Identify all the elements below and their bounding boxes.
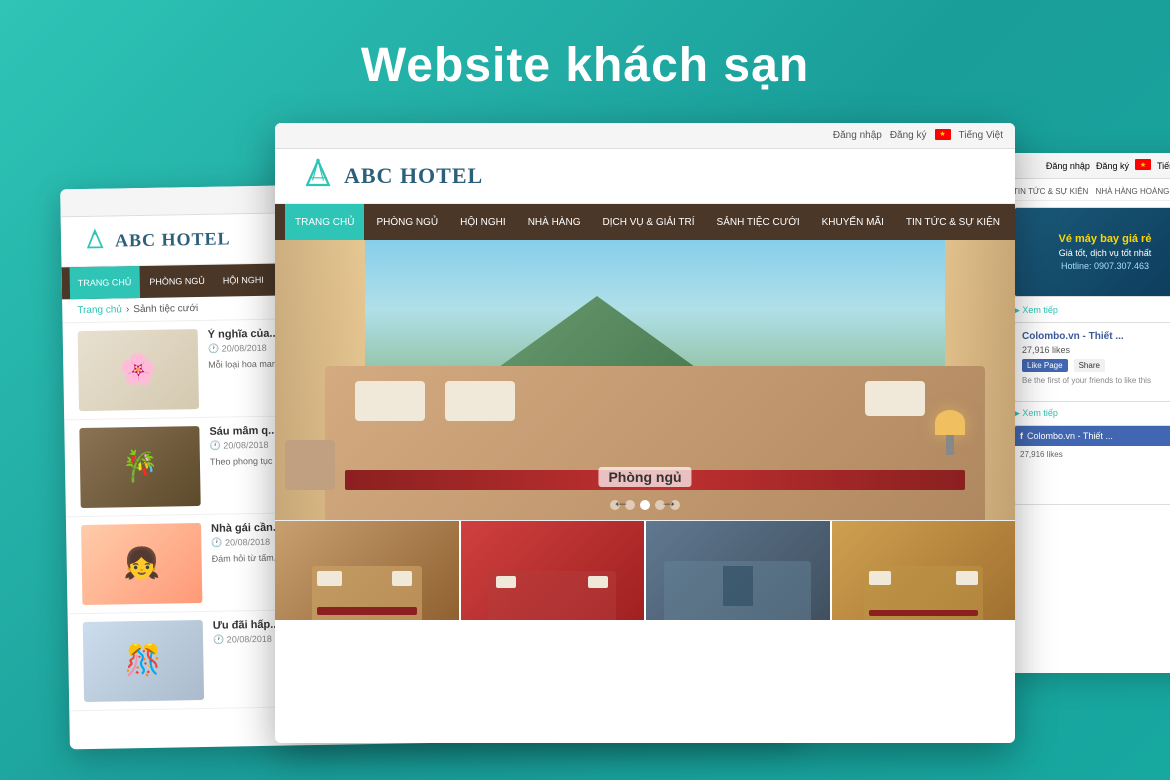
fb-share-button[interactable]: Share	[1074, 359, 1105, 372]
right-fb-likes: 27,916 likes	[1022, 345, 1170, 355]
right-fb-cta: Be the first of your friends to like thi…	[1022, 376, 1170, 385]
bed-pillow-2	[445, 381, 515, 421]
right-register-link[interactable]: Đăng ký	[1096, 161, 1129, 171]
lamp-shade	[935, 410, 965, 435]
lamp-base	[946, 435, 954, 455]
window-view	[365, 240, 945, 380]
right-ad-subtitle: Giá tốt, dịch vụ tốt nhất	[1059, 248, 1152, 258]
thumb-1-bg	[275, 521, 459, 620]
back-logo: ABC HOTEL	[81, 225, 231, 256]
front-logo: ABC HOTEL	[300, 158, 483, 194]
front-language-select[interactable]: Tiếng Việt	[959, 130, 1003, 141]
right-fb-icon: f	[1020, 431, 1023, 441]
right-fb-stats: 27,916 likes	[1014, 446, 1170, 463]
right-ad-title: Vé máy bay giá rẻ	[1059, 233, 1152, 245]
front-nav-nhhau[interactable]: NHÀ HÀNG HOÀNG HẬU	[1012, 204, 1015, 240]
front-header: ABC HOTEL	[275, 149, 1015, 204]
thumb-row	[275, 520, 1015, 620]
thumb-4-bg	[832, 521, 1016, 620]
thumb-2[interactable]	[461, 521, 647, 620]
right-fb-likes-2: 27,916 likes	[1020, 450, 1063, 459]
right-fb-page-name: Colombo.vn - Thiết ...	[1022, 331, 1170, 342]
right-flag-icon	[1135, 159, 1151, 172]
breadcrumb-separator: ›	[126, 304, 130, 315]
browser-front: Đăng nhập Đăng ký Tiếng Việt ABC HOTEL T…	[275, 123, 1015, 743]
page-title: Website khách sạn	[361, 38, 809, 93]
right-panel-content: TIN TỨC & SỰ KIỆN NHÀ HÀNG HOÀNG HẬU Vé …	[1005, 179, 1170, 513]
right-xem-tiep-2[interactable]: Xem tiếp	[1013, 408, 1170, 419]
front-nav-nha[interactable]: NHÀ HÀNG	[518, 204, 591, 240]
thumb-4[interactable]	[832, 521, 1016, 620]
front-login-link[interactable]: Đăng nhập	[833, 130, 882, 141]
right-nav-nhhau[interactable]: NHÀ HÀNG HOÀNG HẬU	[1096, 187, 1170, 196]
front-nav-dich[interactable]: DỊCH VỤ & GIẢI TRÍ	[592, 204, 704, 240]
right-xem-tiep-1[interactable]: Xem tiếp	[1013, 305, 1170, 316]
hero-prev-arrow[interactable]: ←	[612, 491, 630, 512]
hero-caption: Phòng ngủ	[598, 467, 691, 487]
hero-next-arrow[interactable]: →	[660, 491, 678, 512]
thumb-3-bg	[646, 521, 830, 620]
right-nav-tin[interactable]: TIN TỨC & SỰ KIỆN	[1013, 187, 1088, 196]
back-nav-item-home[interactable]: TRANG CHỦ	[70, 266, 140, 299]
front-register-link[interactable]: Đăng ký	[890, 130, 927, 141]
front-nav-home[interactable]: TRANG CHỦ	[285, 204, 364, 240]
fb-like-button[interactable]: Like Page	[1022, 359, 1068, 372]
front-logo-text: ABC HOTEL	[344, 163, 483, 189]
front-nav-phong[interactable]: PHÒNG NGỦ	[366, 204, 448, 240]
back-nav-item-phong[interactable]: PHÒNG NGỦ	[141, 265, 213, 298]
room-chair	[285, 440, 335, 490]
breadcrumb-home[interactable]: Trang chủ	[77, 304, 122, 316]
room-lamp	[935, 410, 965, 460]
back-logo-text: ABC HOTEL	[115, 228, 231, 251]
right-ad-phone: Hotline: 0907.307.463	[1059, 261, 1152, 271]
back-nav-item-hoi[interactable]: HỘI NGHI	[215, 264, 273, 297]
thumb-1[interactable]	[275, 521, 461, 620]
right-fb-page-name-2: Colombo.vn - Thiết ...	[1027, 431, 1113, 441]
breadcrumb-current: Sảnh tiệc cưới	[133, 303, 198, 315]
browser-stack: Đăng nhập Đăng ký Tiếng Việt ABC HOTEL	[145, 123, 1025, 743]
right-panel: Đăng nhập Đăng ký Tiếng Việt TIN TỨC & S…	[1005, 153, 1170, 673]
right-ad-box: Vé máy bay giá rẻ Giá tốt, dịch vụ tốt n…	[1013, 207, 1170, 297]
front-nav-tin[interactable]: TIN TỨC & SỰ KIỆN	[896, 204, 1010, 240]
right-fb-box-2: f Colombo.vn - Thiết ... 27,916 likes	[1013, 425, 1170, 505]
right-language[interactable]: Tiếng Việt	[1157, 161, 1170, 171]
front-navbar: TRANG CHỦ PHÒNG NGỦ HỘI NGHI NHÀ HÀNG DỊ…	[275, 204, 1015, 240]
front-hero: Phòng ngủ ← →	[275, 240, 1015, 520]
thumb-3[interactable]	[646, 521, 832, 620]
right-panel-topbar: Đăng nhập Đăng ký Tiếng Việt	[1005, 153, 1170, 179]
front-nav-hoi[interactable]: HỘI NGHI	[450, 204, 516, 240]
article-4-image	[83, 620, 204, 702]
article-2-image	[79, 426, 200, 508]
front-flag-icon	[935, 129, 951, 143]
bed-pillow-3	[865, 381, 925, 416]
front-topbar: Đăng nhập Đăng ký Tiếng Việt	[275, 123, 1015, 149]
front-nav-sanh[interactable]: SẢNH TIỆC CƯỚI	[707, 204, 810, 240]
article-1-image	[78, 329, 199, 411]
bed-pillow-1	[355, 381, 425, 421]
front-nav-khuyen[interactable]: KHUYẾN MÃI	[812, 204, 894, 240]
right-login-link[interactable]: Đăng nhập	[1046, 161, 1090, 171]
thumb-2-bg	[461, 521, 645, 620]
article-3-image	[81, 523, 202, 605]
right-fb-box: Colombo.vn - Thiết ... 27,916 likes Like…	[1013, 322, 1170, 402]
